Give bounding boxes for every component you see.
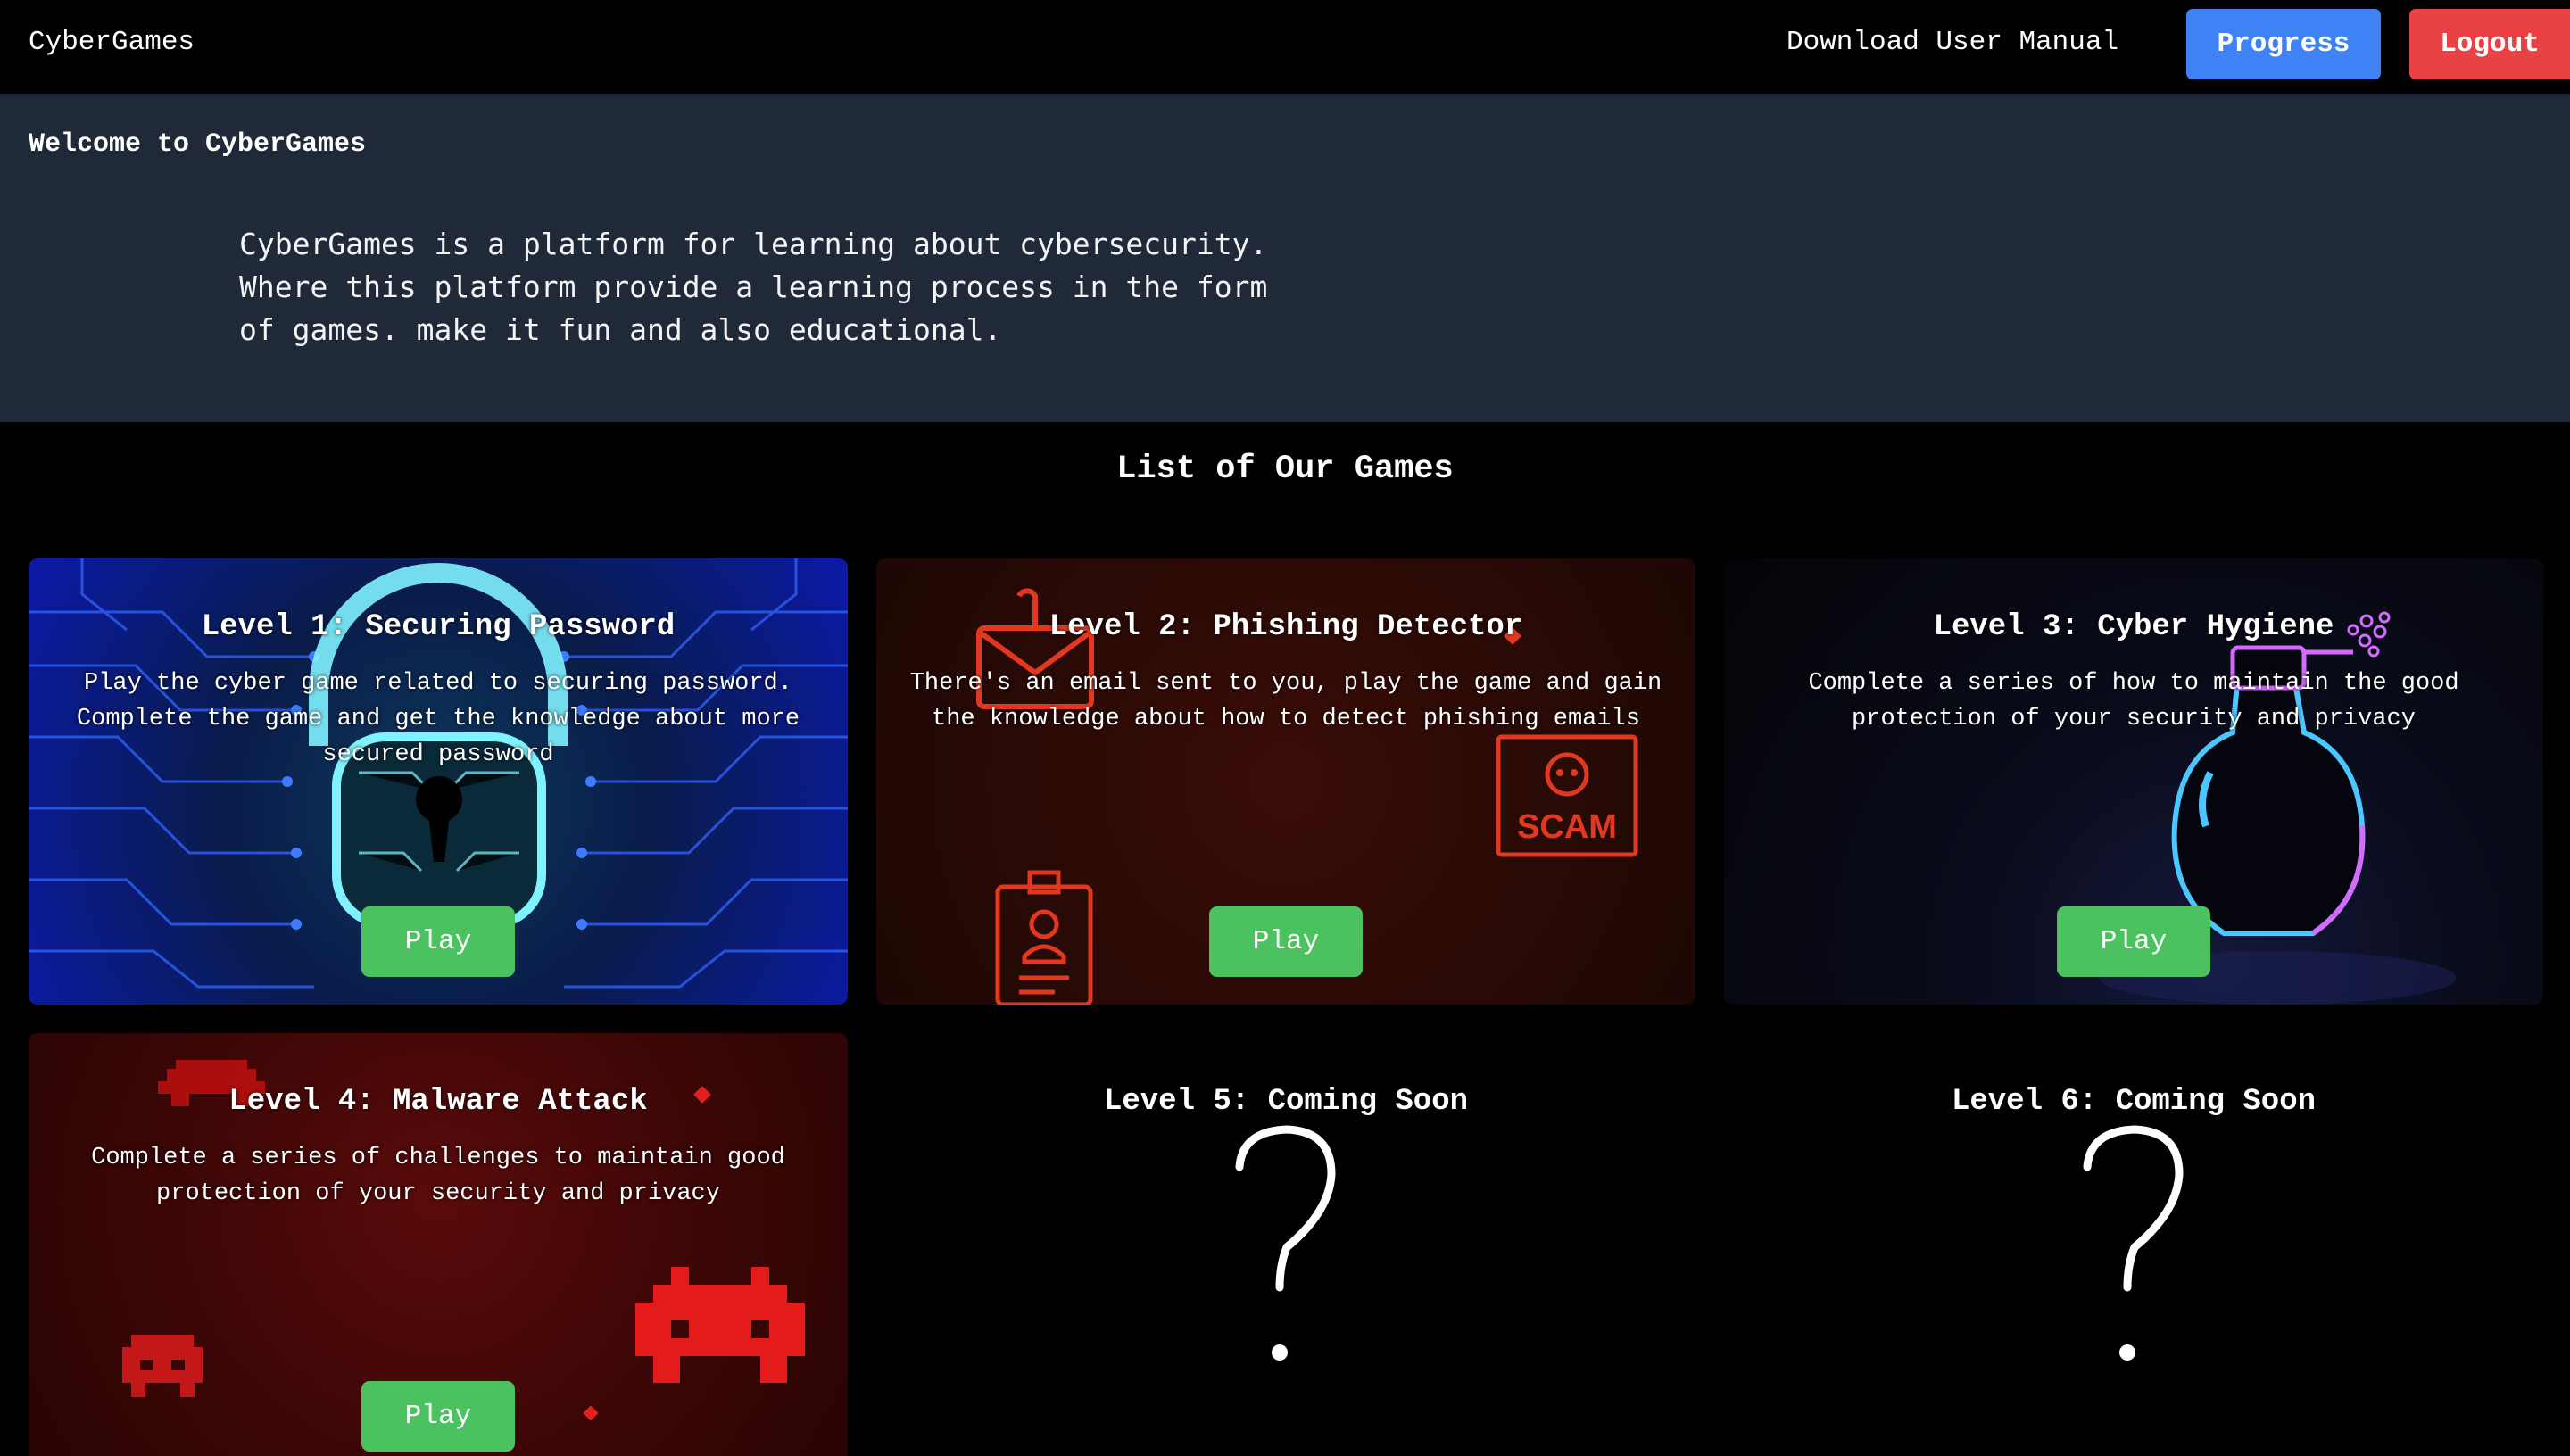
- game-title: Level 1: Securing Password: [201, 610, 676, 644]
- games-section-title: List of Our Games: [1116, 451, 1454, 488]
- game-card-level-1: Level 1: Securing Password Play the cybe…: [29, 558, 848, 1005]
- game-card-level-6: Level 6: Coming Soon: [1724, 1033, 2543, 1456]
- game-description: Play the cyber game related to securing …: [76, 670, 800, 768]
- game-card-level-5: Level 5: Coming Soon: [876, 1033, 1695, 1456]
- game-title: Level 5: Coming Soon: [1103, 1085, 1469, 1119]
- welcome-title: Welcome to CyberGames: [29, 129, 367, 160]
- game-description: Complete a series of how to maintain the…: [1808, 670, 2459, 732]
- welcome-description: CyberGames is a platform for learning ab…: [239, 227, 1268, 347]
- download-manual-link[interactable]: Download User Manual: [1787, 27, 2118, 58]
- play-button-level-3[interactable]: Play: [2057, 906, 2210, 977]
- welcome-section: Welcome to CyberGames CyberGames is a pl…: [0, 94, 2570, 422]
- brand-logo[interactable]: CyberGames: [29, 27, 195, 58]
- game-title: Level 4: Malware Attack: [228, 1085, 648, 1119]
- game-title: Level 6: Coming Soon: [1951, 1085, 2317, 1119]
- scam-badge-text: SCAM: [1517, 808, 1617, 846]
- game-title: Level 3: Cyber Hygiene: [1933, 610, 2334, 644]
- game-description: There's an email sent to you, play the g…: [909, 670, 1662, 732]
- game-description: Complete a series of challenges to maint…: [91, 1145, 785, 1207]
- navbar: CyberGames Download User Manual Progress…: [0, 0, 2570, 94]
- play-button-level-4[interactable]: Play: [361, 1381, 515, 1452]
- game-card-level-3: Level 3: Cyber Hygiene Complete a series…: [1724, 558, 2543, 1005]
- game-card-level-4: Level 4: Malware Attack Complete a serie…: [29, 1033, 848, 1456]
- play-button-level-1[interactable]: Play: [361, 906, 515, 977]
- logout-button[interactable]: Logout: [2409, 9, 2570, 79]
- game-card-level-2: SCAM Level 2: Phishing Detector There's …: [876, 558, 1695, 1005]
- scam-sign-icon: SCAM: [1496, 734, 1638, 857]
- progress-button[interactable]: Progress: [2186, 9, 2381, 79]
- play-button-level-2[interactable]: Play: [1209, 906, 1363, 977]
- game-title: Level 2: Phishing Detector: [1049, 610, 1523, 644]
